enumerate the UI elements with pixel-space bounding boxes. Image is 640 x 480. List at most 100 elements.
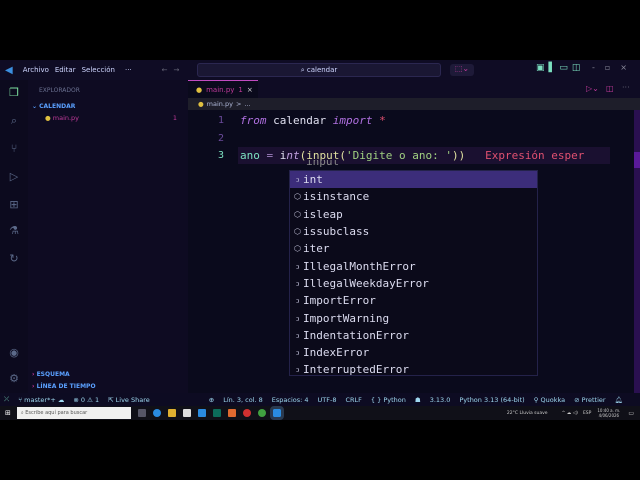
close-icon[interactable]: × bbox=[247, 86, 253, 94]
line-number: 3 bbox=[218, 150, 225, 161]
forward-icon[interactable]: → bbox=[174, 66, 180, 74]
suggestion-item[interactable]: ↄ InterruptedError bbox=[290, 361, 537, 375]
suggestion-item[interactable]: ↄ ImportError bbox=[290, 292, 537, 309]
split-editor-icon[interactable]: ◫ bbox=[606, 84, 614, 93]
tab-main-py[interactable]: ● main.py 1 × bbox=[188, 80, 258, 98]
terminal-icon[interactable] bbox=[212, 409, 221, 417]
suggestion-item[interactable]: ⬡ issubclass bbox=[290, 223, 537, 240]
tab-badge: 1 bbox=[238, 85, 243, 94]
file-name: main.py bbox=[52, 114, 80, 122]
run-icon[interactable]: ▷⌄ bbox=[586, 84, 599, 93]
editor[interactable]: ● main.py 1 × ▷⌄ ◫ ··· ● main.py >... 1 2 3 f… bbox=[188, 80, 640, 393]
suggestion-item[interactable]: ↄ ImportWarning bbox=[290, 309, 537, 326]
suggestion-item[interactable]: ↄ int bbox=[290, 171, 537, 189]
suggestion-item[interactable]: ⬡ isinstance bbox=[290, 188, 537, 205]
quokka-button[interactable]: ⚲ Quokka bbox=[534, 396, 565, 404]
chrome-icon[interactable] bbox=[257, 409, 266, 417]
taskbar-search-text: Escribe aquí para buscar bbox=[25, 410, 88, 416]
suggestion-item[interactable]: ↄ IllegalMonthError bbox=[290, 257, 537, 274]
back-icon[interactable]: ← bbox=[162, 66, 168, 74]
breadcrumb-file[interactable]: main.py bbox=[207, 100, 233, 108]
notification-center-icon[interactable]: ▭ bbox=[628, 410, 634, 417]
remote-icon[interactable]: ⤫ bbox=[4, 395, 9, 404]
suggestion-item[interactable]: ↄ IndentationError bbox=[290, 327, 537, 344]
settings-gear-icon[interactable]: ⚙ bbox=[7, 372, 21, 386]
folder-calendar[interactable]: ⌄ CALENDAR bbox=[32, 103, 75, 110]
start-icon[interactable]: ⊞ bbox=[5, 409, 11, 417]
line-number: 2 bbox=[218, 133, 225, 144]
mail-icon[interactable] bbox=[197, 409, 206, 417]
clock[interactable]: 10:40 a. m. 4/06/2026 bbox=[597, 408, 620, 418]
function-icon: ⬡ bbox=[294, 244, 301, 254]
more-actions-icon[interactable]: ··· bbox=[622, 83, 630, 92]
python-version[interactable]: 3.13.0 bbox=[430, 396, 451, 404]
quokka-label: Quokka bbox=[540, 395, 566, 404]
testing-icon[interactable]: ⚗ bbox=[7, 224, 21, 238]
window-controls[interactable]: ‑▫× bbox=[592, 63, 637, 72]
remote-icon[interactable]: ↻ bbox=[7, 252, 21, 266]
branch-status[interactable]: ⑂ master*+ ☁ bbox=[18, 396, 64, 404]
tab-label: main.py bbox=[206, 85, 235, 94]
interpreter[interactable]: Python 3.13 (64-bit) bbox=[459, 396, 524, 404]
breadcrumb-more[interactable]: ... bbox=[244, 100, 250, 108]
live-share-label: Live Share bbox=[115, 395, 150, 404]
suggestion-item[interactable]: ⬡ isleap bbox=[290, 206, 537, 223]
cursor-position[interactable]: Lín. 3, col. 8 bbox=[223, 396, 263, 404]
class-icon: ↄ bbox=[295, 348, 300, 358]
task-view-icon[interactable] bbox=[137, 409, 146, 417]
explorer-icon[interactable]: ❐ bbox=[7, 86, 21, 100]
taskbar-search[interactable]: ⌕ Escribe aquí para buscar bbox=[16, 407, 131, 419]
app-icon[interactable] bbox=[227, 409, 236, 417]
suggestion-widget[interactable]: ↄ int ⬡ isinstance ⬡ isleap ⬡ issubclass ⬡ it… bbox=[289, 170, 538, 376]
vscode-taskbar-icon[interactable] bbox=[269, 406, 284, 420]
account-icon[interactable]: ◉ bbox=[7, 346, 21, 360]
copilot-button[interactable]: ⬚⌄ bbox=[450, 64, 474, 76]
section-label: LÍNEA DE TIEMPO bbox=[36, 383, 96, 390]
notifications-icon[interactable]: 🔔︎ bbox=[615, 396, 623, 404]
vscode-logo-icon: ◀ bbox=[5, 64, 13, 76]
zoom-icon[interactable]: ⊕ bbox=[209, 396, 214, 404]
search-icon[interactable]: ⌕ bbox=[7, 114, 21, 128]
file-main-py[interactable]: ● main.py 1 bbox=[45, 114, 185, 122]
section-timeline[interactable]: › LÍNEA DE TIEMPO bbox=[32, 383, 96, 390]
copilot-icon[interactable]: ☗ bbox=[415, 396, 421, 404]
problems-status[interactable]: ⊗ 0 ⚠ 1 bbox=[73, 396, 99, 404]
indentation[interactable]: Espacios: 4 bbox=[272, 396, 309, 404]
menu-more[interactable]: ··· bbox=[125, 66, 132, 74]
class-icon: ↄ bbox=[295, 261, 300, 271]
menu-archivo[interactable]: Archivo bbox=[23, 66, 49, 74]
prettier-button[interactable]: ⊘ Prettier bbox=[574, 396, 605, 404]
search-text: calendar bbox=[306, 66, 338, 74]
suggestion-item[interactable]: ↄ IndexError bbox=[290, 344, 537, 361]
scrollbar-thumb[interactable] bbox=[634, 152, 640, 168]
file-explorer-icon[interactable] bbox=[167, 409, 176, 417]
suggestion-item[interactable]: ⬡ iter bbox=[290, 240, 537, 257]
class-icon: ↄ bbox=[295, 296, 300, 306]
run-debug-icon[interactable]: ▷ bbox=[7, 170, 21, 184]
sidebar-title: EXPLORADOR bbox=[39, 87, 80, 94]
language-mode[interactable]: { } Python bbox=[371, 396, 406, 404]
end-of-line[interactable]: CRLF bbox=[346, 396, 362, 404]
edge-icon[interactable] bbox=[152, 409, 161, 417]
input-language[interactable]: ESP bbox=[583, 411, 591, 416]
encoding[interactable]: UTF-8 bbox=[318, 396, 337, 404]
code-line-1: from calendar import * bbox=[240, 114, 386, 127]
extensions-icon[interactable]: ⊞ bbox=[7, 198, 21, 212]
live-share-button[interactable]: ⇱ Live Share bbox=[108, 396, 150, 404]
layout-icons[interactable]: ▣▌▭◫ bbox=[536, 63, 584, 73]
breadcrumb-sep: > bbox=[235, 100, 242, 108]
suggestion-item[interactable]: ↄ IllegalWeekdayError bbox=[290, 275, 537, 292]
store-icon[interactable] bbox=[182, 409, 191, 417]
prettier-label: Prettier bbox=[581, 395, 606, 404]
office-icon[interactable] bbox=[242, 409, 251, 417]
function-icon: ⬡ bbox=[294, 227, 301, 237]
source-control-icon[interactable]: ⑂ bbox=[7, 142, 21, 156]
menu-editar[interactable]: Editar bbox=[55, 66, 76, 74]
python-file-icon: ● bbox=[198, 100, 204, 108]
menu-seleccion[interactable]: Selección bbox=[82, 66, 115, 74]
weather[interactable]: 22°C Lluvia suave bbox=[507, 411, 548, 416]
section-esquema[interactable]: › ESQUEMA bbox=[32, 371, 70, 378]
command-search[interactable]: ⌕ calendar bbox=[197, 63, 441, 77]
explorer-sidebar: EXPLORADOR ⌄ CALENDAR ● main.py 1 › ESQUE… bbox=[28, 80, 188, 393]
function-icon: ⬡ bbox=[294, 192, 301, 202]
